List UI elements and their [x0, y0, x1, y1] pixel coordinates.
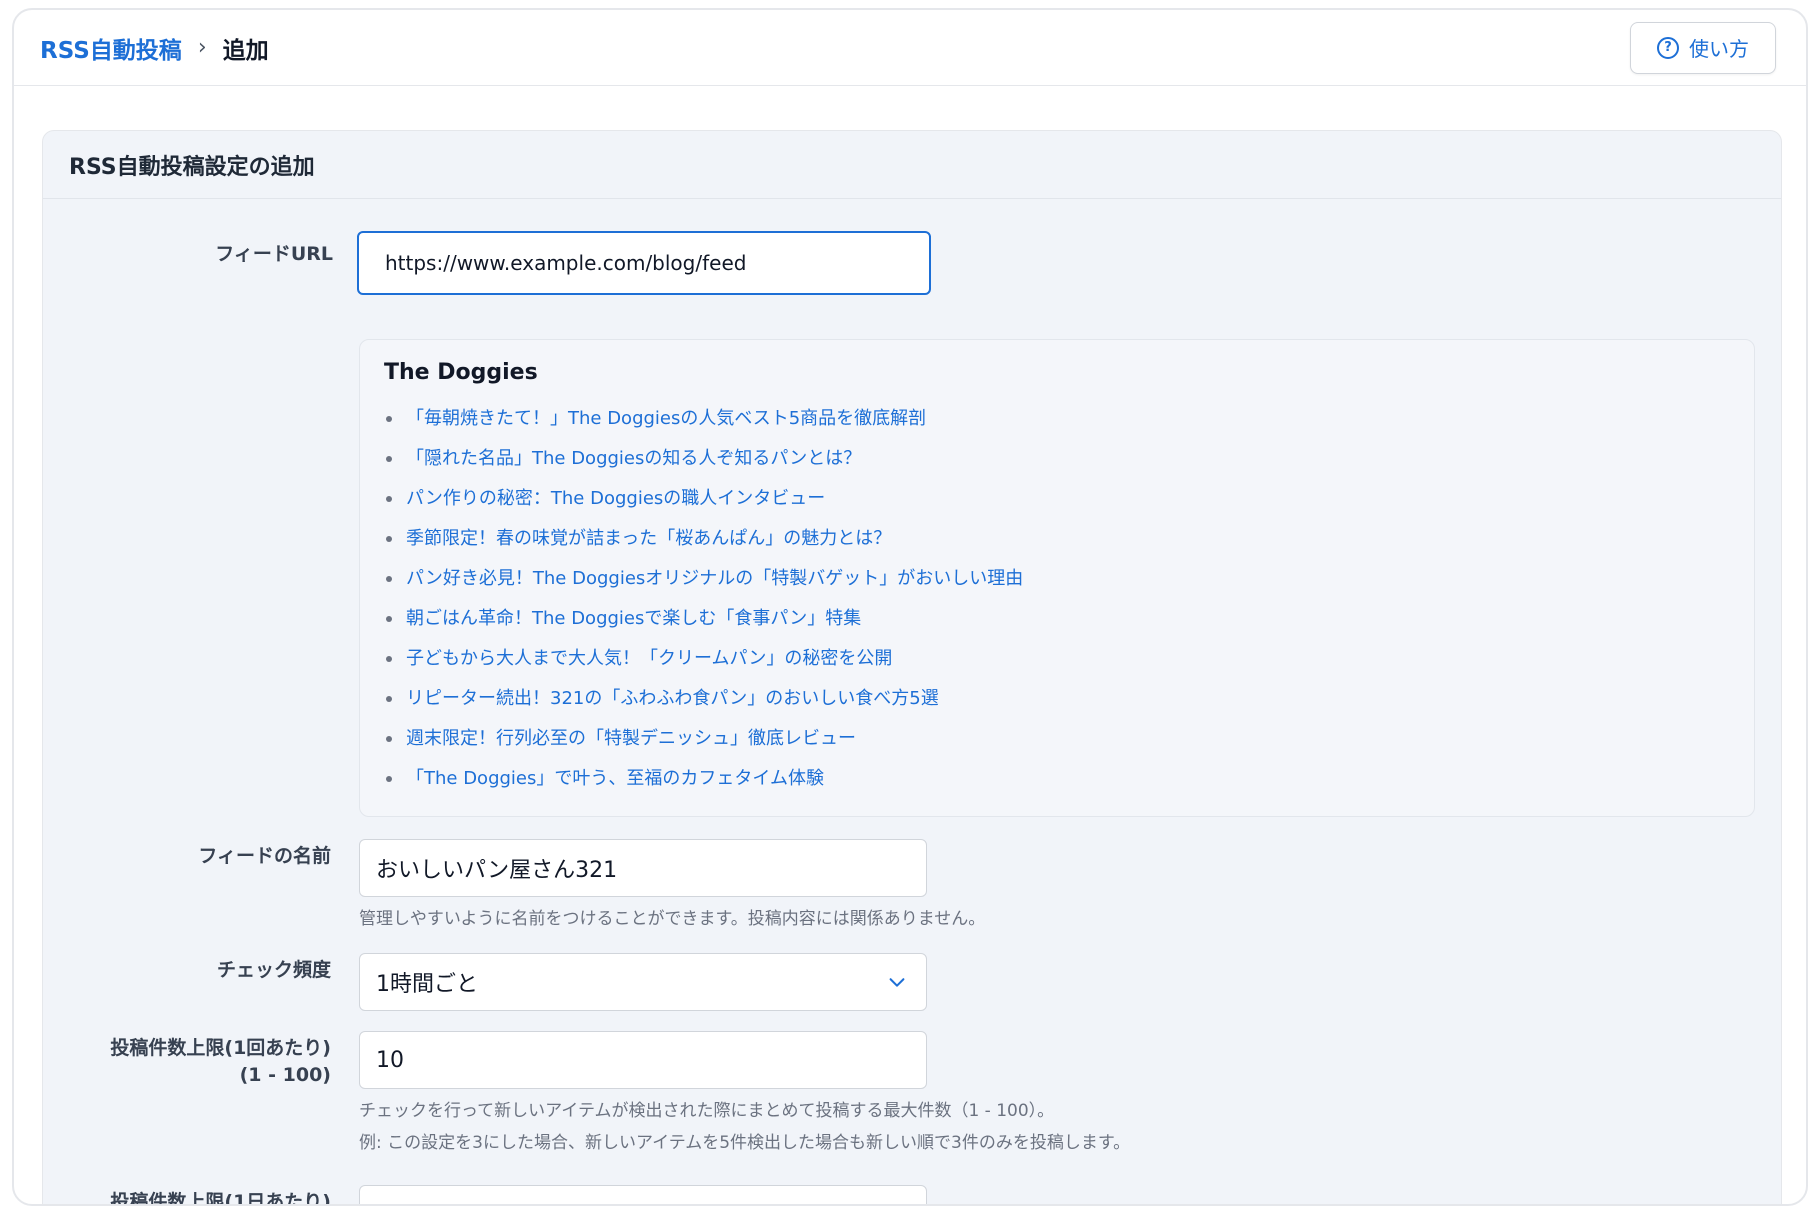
limit-per-run-label-line2: (1 - 100): [239, 1064, 331, 1086]
limit-per-run-label: 投稿件数上限(1回あたり) (1 - 100): [110, 1035, 331, 1089]
check-frequency-label: チェック頻度: [216, 959, 331, 981]
limit-per-day-input[interactable]: 30: [359, 1185, 927, 1204]
preview-feed-title: The Doggies: [384, 360, 538, 385]
preview-item[interactable]: リピーター続出！321の「ふわふわ食パン」のおいしい食べ方5選: [384, 679, 1730, 719]
check-frequency-value: 1時間ごと: [376, 972, 478, 997]
top-bar: RSS自動投稿 › 追加 ? 使い方: [14, 10, 1806, 86]
preview-item[interactable]: 週末限定！行列必至の「特製デニッシュ」徹底レビュー: [384, 719, 1730, 759]
settings-card: RSS自動投稿設定の追加 フィードURL https://www.example…: [42, 130, 1782, 1206]
feed-preview: The Doggies 「毎朝焼きたて！」The Doggiesの人気ベスト5商…: [359, 339, 1755, 817]
limit-per-day-label: 投稿件数上限(1日あたり): [110, 1191, 331, 1206]
feed-name-label: フィードの名前: [198, 845, 331, 867]
limit-per-run-input[interactable]: 10: [359, 1031, 927, 1089]
preview-item[interactable]: 「毎朝焼きたて！」The Doggiesの人気ベスト5商品を徹底解剖: [384, 399, 1730, 439]
limit-per-run-help-2: 例: この設定を3にした場合、新しいアイテムを5件検出した場合も新しい順で3件の…: [359, 1133, 1131, 1153]
help-button[interactable]: ? 使い方: [1630, 21, 1776, 74]
limit-per-run-label-line1: 投稿件数上限(1回あたり): [110, 1037, 331, 1059]
breadcrumb: RSS自動投稿 › 追加: [40, 31, 269, 65]
preview-item[interactable]: 子どもから大人まで大人気！「クリームパン」の秘密を公開: [384, 639, 1730, 679]
preview-item[interactable]: 「The Doggies」で叶う、至福のカフェタイム体験: [384, 759, 1730, 799]
breadcrumb-rss-link[interactable]: RSS自動投稿: [40, 31, 182, 65]
feed-url-label: フィードURL: [215, 243, 333, 265]
preview-item[interactable]: 「隠れた名品」The Doggiesの知る人ぞ知るパンとは？: [384, 439, 1730, 479]
feed-name-input[interactable]: おいしいパン屋さん321: [359, 839, 927, 897]
chevron-right-icon: ›: [197, 35, 207, 60]
help-button-label: 使い方: [1689, 37, 1749, 61]
app-window: RSS自動投稿 › 追加 ? 使い方 RSS自動投稿設定の追加 フィードURL …: [12, 8, 1808, 1206]
check-frequency-select[interactable]: 1時間ごと: [359, 953, 927, 1011]
preview-item[interactable]: 朝ごはん革命！The Doggiesで楽しむ「食事パン」特集: [384, 599, 1730, 639]
question-circle-icon: ?: [1657, 36, 1679, 59]
chevron-down-icon: [889, 978, 905, 987]
preview-item[interactable]: パン作りの秘密：The Doggiesの職人インタビュー: [384, 479, 1730, 519]
preview-item-list: 「毎朝焼きたて！」The Doggiesの人気ベスト5商品を徹底解剖 「隠れた名…: [384, 399, 1730, 799]
feed-name-help: 管理しやすいように名前をつけることができます。投稿内容には関係ありません。: [359, 909, 986, 929]
preview-item[interactable]: 季節限定！春の味覚が詰まった「桜あんぱん」の魅力とは？: [384, 519, 1730, 559]
limit-per-run-help-1: チェックを行って新しいアイテムが検出された際にまとめて投稿する最大件数（1 - …: [359, 1101, 1055, 1121]
feed-url-input[interactable]: https://www.example.com/blog/feed: [357, 231, 931, 295]
preview-item[interactable]: パン好き必見！The Doggiesオリジナルの「特製バゲット」がおいしい理由: [384, 559, 1730, 599]
card-title: RSS自動投稿設定の追加: [43, 131, 1781, 199]
breadcrumb-current: 追加: [222, 37, 269, 64]
